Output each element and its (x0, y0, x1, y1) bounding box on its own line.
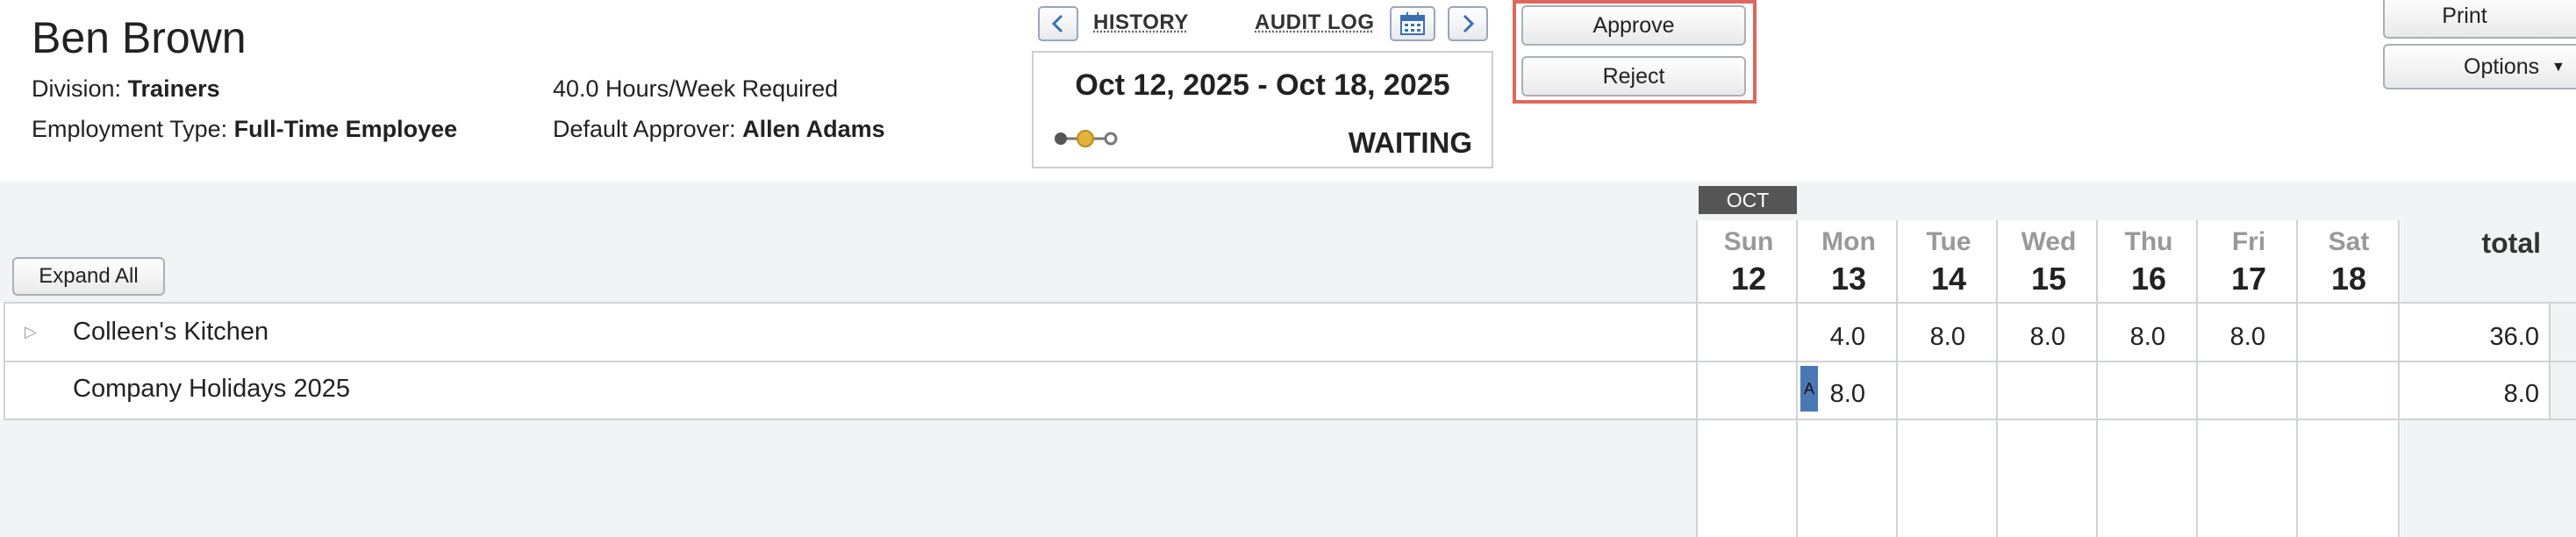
day-num-sun: 12 (1730, 261, 1767, 297)
expand-triangle-icon[interactable]: ▷ (25, 323, 37, 341)
calendar-icon (1400, 12, 1425, 35)
day-name-mon: Mon (1821, 227, 1876, 256)
previous-period-button[interactable] (1038, 6, 1078, 41)
employment-type-info: Employment Type: Full-Time Employee (32, 114, 457, 144)
day-name-fri: Fri (2231, 227, 2266, 256)
day-num-tue: 14 (1930, 261, 1967, 297)
timesheet-grid: OCT Expand All total Sun 12 Mon 13 Tue 1… (0, 182, 2576, 537)
reject-button[interactable]: Reject (1521, 56, 1746, 97)
employment-type-label: Employment Type: (32, 116, 228, 142)
division-value: Trainers (127, 75, 220, 102)
period-dates: Oct 12, 2025 - Oct 18, 2025 (1075, 68, 1450, 102)
options-button[interactable]: Options ▼ (2383, 44, 2576, 90)
month-badge: OCT (1699, 186, 1797, 214)
caret-down-icon: ▼ (2551, 60, 2565, 75)
hours-cell-tue[interactable]: 8.0 (1878, 323, 1965, 352)
chevron-right-icon (1463, 14, 1475, 33)
default-approver-label: Default Approver: (553, 116, 736, 142)
audit-log-link[interactable]: AUDIT LOG (1255, 11, 1375, 35)
division-label: Division: (32, 75, 122, 102)
row-label: Company Holidays 2025 (73, 375, 350, 403)
day-name-tue: Tue (1926, 227, 1971, 256)
chevron-left-icon (1051, 14, 1063, 33)
day-name-wed: Wed (2021, 227, 2077, 256)
history-link[interactable]: HISTORY (1093, 11, 1189, 35)
default-approver-value: Allen Adams (742, 116, 885, 142)
hours-cell-mon[interactable]: 8.0 (1778, 380, 1865, 409)
row-label: Colleen's Kitchen (73, 318, 269, 346)
day-num-thu: 16 (2130, 261, 2167, 297)
table-row[interactable]: ▷ Colleen's Kitchen 4.0 8.0 8.0 8.0 8.0 … (0, 304, 2576, 361)
print-button[interactable]: Print (2383, 0, 2576, 39)
row-divider (4, 419, 2576, 420)
employment-type-value: Full-Time Employee (233, 116, 458, 142)
approval-progress-icon (1055, 130, 1118, 147)
options-label: Options (2464, 54, 2540, 79)
total-header: total (2481, 227, 2541, 259)
hours-cell-wed[interactable]: 8.0 (1978, 323, 2065, 352)
table-row[interactable]: Company Holidays 2025 A 8.0 8.0 (0, 362, 2576, 419)
day-num-fri: 17 (2230, 261, 2267, 297)
approve-button[interactable]: Approve (1521, 5, 1746, 46)
employee-name: Ben Brown (32, 13, 247, 62)
day-num-sat: 18 (2330, 261, 2367, 297)
next-period-button[interactable] (1448, 6, 1488, 41)
day-name-sat: Sat (2328, 227, 2370, 256)
row-total: 8.0 (2503, 380, 2539, 408)
default-approver-info: Default Approver: Allen Adams (553, 114, 885, 144)
division-info: Division: Trainers (32, 74, 220, 104)
day-num-mon: 13 (1830, 261, 1867, 297)
hours-required: 40.0 Hours/Week Required (553, 75, 839, 102)
day-num-wed: 15 (2030, 261, 2067, 297)
expand-all-button[interactable]: Expand All (12, 257, 165, 296)
calendar-button[interactable] (1390, 6, 1435, 41)
hours-cell-fri[interactable]: 8.0 (2178, 323, 2265, 352)
status-text: WAITING (1348, 126, 1472, 159)
day-name-thu: Thu (2124, 227, 2173, 256)
hours-cell-mon[interactable]: 4.0 (1778, 323, 1865, 352)
row-total: 36.0 (2489, 323, 2539, 351)
hours-cell-thu[interactable]: 8.0 (2078, 323, 2165, 352)
period-summary: Oct 12, 2025 - Oct 18, 2025 WAITING (1032, 51, 1493, 168)
day-name-sun: Sun (1723, 227, 1774, 256)
